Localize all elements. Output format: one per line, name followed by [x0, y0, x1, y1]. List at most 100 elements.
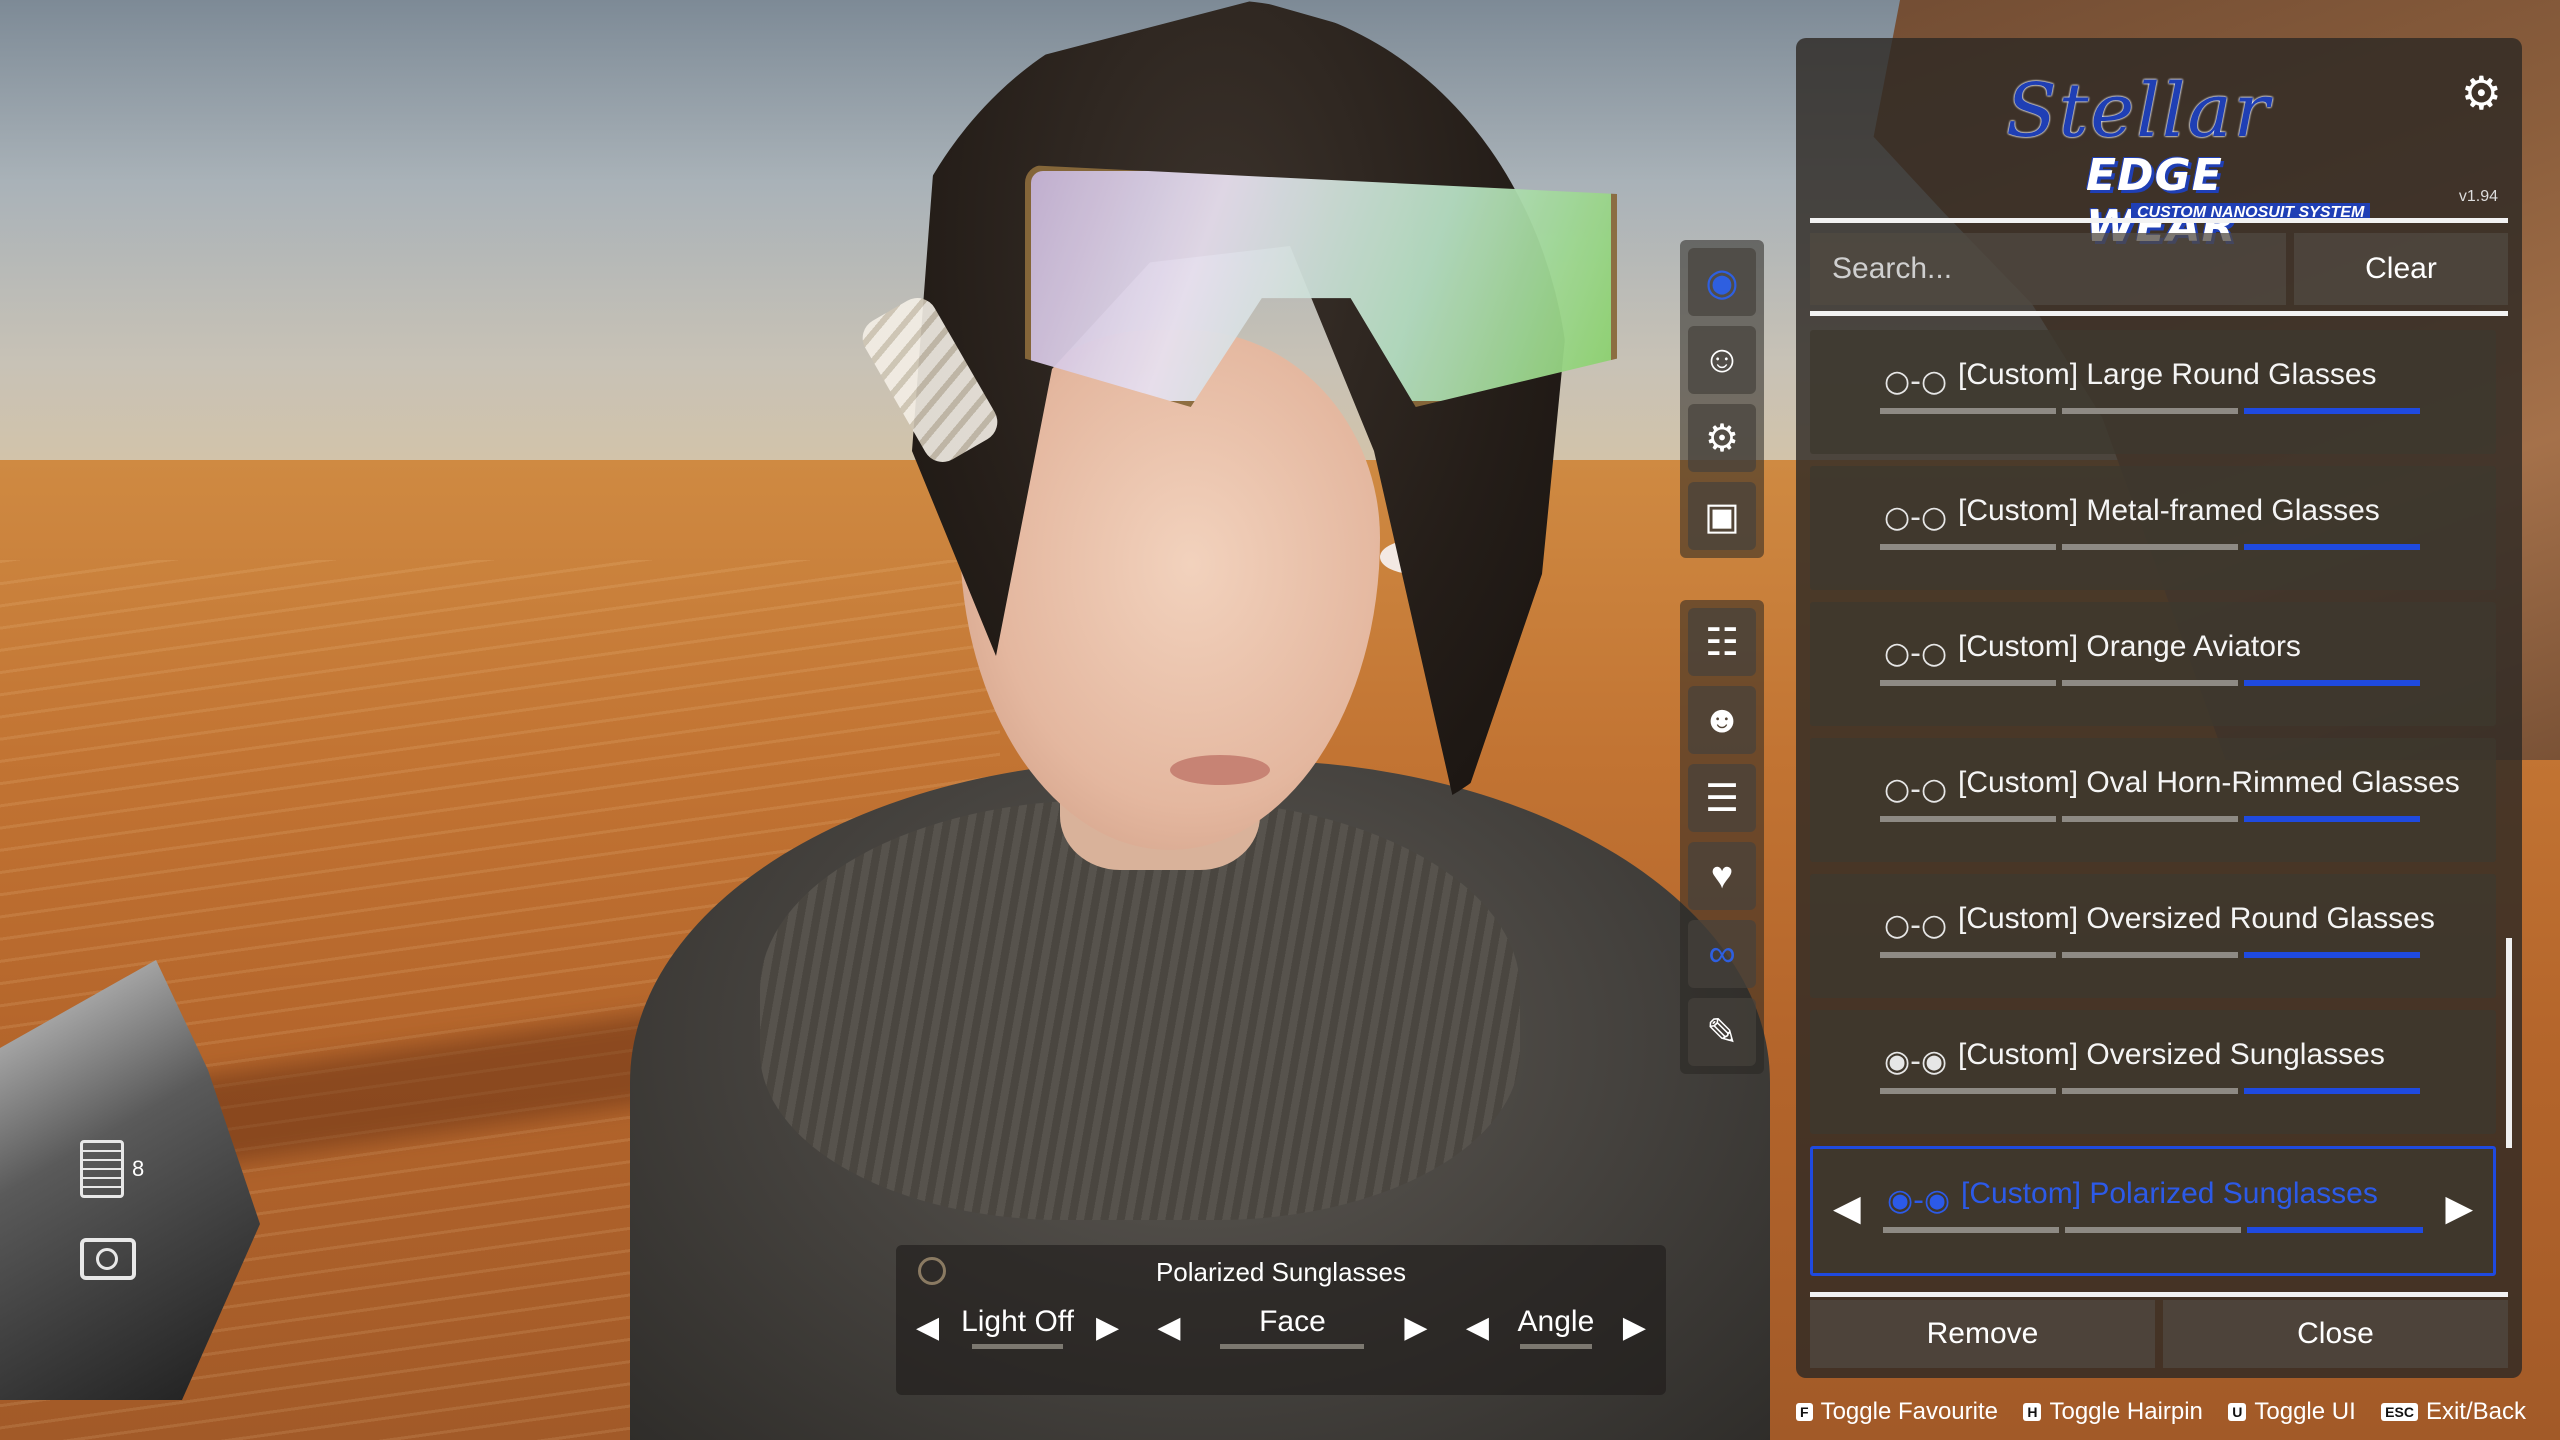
angle-option: ◀ Angle ▶ — [1466, 1305, 1646, 1349]
light-level-bar — [972, 1344, 1063, 1349]
list-item[interactable]: ◀ ◉‑◉ [Custom] Polarized Sunglasses ▶ — [1810, 1146, 2496, 1276]
gear-icon[interactable]: ⚙ — [2461, 66, 2502, 120]
character-lips — [1170, 755, 1270, 785]
face-label-text: Face — [1259, 1305, 1326, 1338]
sunglasses-icon: ◉‑◉ — [1884, 1044, 1948, 1079]
key-hint: H Toggle Hairpin — [2023, 1398, 2203, 1426]
light-next-arrow-icon[interactable]: ▶ — [1096, 1310, 1119, 1345]
accessory-list: ○‑○ [Custom] Large Round Glasses ○‑○ [Custo… — [1810, 330, 2496, 1318]
list-item[interactable]: ○‑○ [Custom] Oval Horn-Rimmed Glasses — [1810, 738, 2496, 862]
mask-icon[interactable]: ▣ — [1688, 482, 1756, 550]
key-hint: F Toggle Favourite — [1796, 1398, 1998, 1426]
glasses-icon: ○‑○ — [1884, 500, 1948, 535]
brush-icon[interactable]: ✎ — [1688, 998, 1756, 1066]
key-cap: F — [1796, 1403, 1813, 1421]
key-cap: U — [2228, 1403, 2247, 1421]
glasses-icon[interactable]: ∞ — [1688, 920, 1756, 988]
glasses-icon: ○‑○ — [1884, 636, 1948, 671]
key-cap: ESC — [2381, 1403, 2418, 1421]
angle-next-arrow-icon[interactable]: ▶ — [1623, 1310, 1646, 1345]
glasses-icon: ○‑○ — [1884, 772, 1948, 807]
panel-footer: Remove Close — [1810, 1300, 2508, 1368]
clear-button[interactable]: Clear — [2294, 233, 2508, 305]
comb-icon[interactable]: ☰ — [1688, 764, 1756, 832]
photo-mode-button[interactable] — [80, 1238, 144, 1280]
camera-icon — [80, 1238, 136, 1280]
variant-bar — [2062, 816, 2238, 822]
wardrobe-panel: Stellar EDGE WEAR CUSTOM NANOSUIT SYSTEM… — [1796, 38, 2522, 1378]
log-indicator[interactable]: 8 — [80, 1140, 144, 1198]
variant-bar — [1880, 1088, 2056, 1094]
prev-variant-arrow-icon[interactable]: ◀ — [1833, 1187, 1861, 1229]
search-input[interactable] — [1810, 233, 2286, 305]
list-item[interactable]: ◉‑◉ [Custom] Oversized Sunglasses — [1810, 1010, 2496, 1134]
category-bar-bottom: ☷ ☻ ☰ ♥ ∞ ✎ — [1680, 600, 1764, 1074]
next-variant-arrow-icon[interactable]: ▶ — [2445, 1187, 2473, 1229]
divider — [1810, 311, 2508, 316]
list-item[interactable]: ○‑○ [Custom] Large Round Glasses — [1810, 330, 2496, 454]
variant-bar — [2244, 1088, 2420, 1094]
variant-bar — [2247, 1227, 2423, 1233]
variant-bar — [2062, 680, 2238, 686]
key-hint-label: Toggle UI — [2254, 1398, 2356, 1425]
face-icon[interactable]: ☺ — [1688, 326, 1756, 394]
variant-bar — [1883, 1227, 2059, 1233]
item-label: [Custom] Large Round Glasses — [1958, 358, 2377, 391]
key-hint-label: Toggle Favourite — [1820, 1398, 1998, 1425]
face-level-bar — [1220, 1344, 1365, 1349]
list-scrollbar[interactable] — [2506, 938, 2512, 1148]
sunglasses-icon: ◉‑◉ — [1887, 1183, 1951, 1218]
item-label: [Custom] Orange Aviators — [1958, 630, 2301, 663]
face-option: ◀ Face ▶ — [1157, 1305, 1428, 1349]
light-option: ◀ Light Off ▶ — [916, 1305, 1119, 1349]
log-count: 8 — [132, 1156, 145, 1181]
key-hint: ESC Exit/Back — [2381, 1398, 2526, 1426]
list-item[interactable]: ○‑○ [Custom] Oversized Round Glasses — [1810, 874, 2496, 998]
control-options: ◀ Light Off ▶ ◀ Face ▶ ◀ Angle ▶ — [916, 1305, 1646, 1349]
selected-item-title: Polarized Sunglasses — [1155, 1257, 1407, 1287]
divider — [1810, 1292, 2508, 1297]
variant-bars — [1880, 816, 2420, 822]
variant-bar — [2244, 952, 2420, 958]
close-button[interactable]: Close — [2163, 1300, 2508, 1368]
divider — [1810, 218, 2508, 223]
face-prev-arrow-icon[interactable]: ◀ — [1157, 1310, 1180, 1345]
outfit-icon[interactable]: ☷ — [1688, 608, 1756, 676]
variant-bar — [1880, 816, 2056, 822]
variant-bar — [2062, 952, 2238, 958]
remove-button[interactable]: Remove — [1810, 1300, 2155, 1368]
variant-bar — [2065, 1227, 2241, 1233]
logo-script-text: Stellar — [2006, 68, 2272, 154]
face-next-arrow-icon[interactable]: ▶ — [1404, 1310, 1427, 1345]
light-prev-arrow-icon[interactable]: ◀ — [916, 1310, 939, 1345]
angle-prev-arrow-icon[interactable]: ◀ — [1466, 1310, 1489, 1345]
variant-bar — [2244, 544, 2420, 550]
variant-bar — [1880, 408, 2056, 414]
variant-bar — [2062, 544, 2238, 550]
head-gear-icon[interactable]: ⚙ — [1688, 404, 1756, 472]
angle-label-text: Angle — [1517, 1305, 1595, 1338]
variant-bars — [1880, 544, 2420, 550]
eyes-icon[interactable]: ☻ — [1688, 686, 1756, 754]
document-icon — [80, 1140, 124, 1198]
item-label: [Custom] Polarized Sunglasses — [1961, 1177, 2378, 1210]
key-hint-label: Toggle Hairpin — [2049, 1398, 2203, 1425]
variant-bars — [1880, 408, 2420, 414]
light-label-text: Light Off — [961, 1305, 1074, 1338]
earrings-icon[interactable]: ♥ — [1688, 842, 1756, 910]
face-option-label: Face — [1202, 1305, 1382, 1349]
variant-bars — [1880, 952, 2420, 958]
list-item[interactable]: ○‑○ [Custom] Metal-framed Glasses — [1810, 466, 2496, 590]
item-label: [Custom] Oversized Round Glasses — [1958, 902, 2435, 935]
item-label: [Custom] Metal-framed Glasses — [1958, 494, 2380, 527]
variant-bars — [1880, 680, 2420, 686]
search-row: Clear — [1810, 233, 2508, 305]
item-label: [Custom] Oval Horn-Rimmed Glasses — [1958, 766, 2460, 799]
variant-bar — [2244, 816, 2420, 822]
left-hud: 8 — [80, 1140, 144, 1320]
variant-bar — [1880, 680, 2056, 686]
angle-option-label: Angle — [1511, 1305, 1601, 1349]
variant-bars — [1880, 1088, 2420, 1094]
hair-icon[interactable]: ◉ — [1688, 248, 1756, 316]
list-item[interactable]: ○‑○ [Custom] Orange Aviators — [1810, 602, 2496, 726]
